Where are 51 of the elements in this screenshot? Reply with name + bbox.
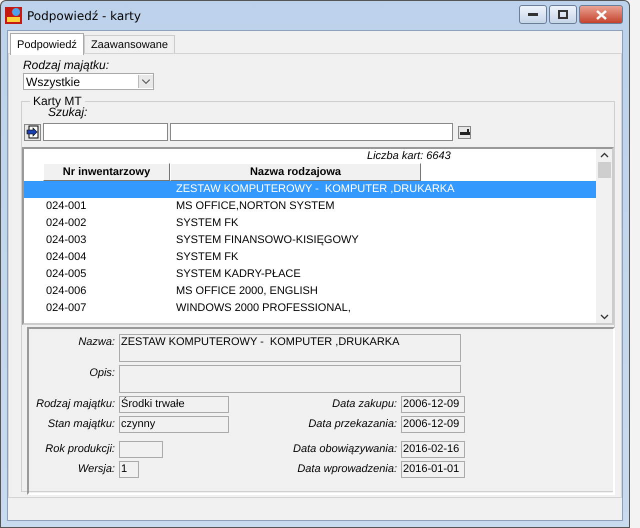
list-row[interactable]: 024-006 MS OFFICE 2000, ENGLISH: [24, 283, 596, 300]
field-label: Data przekazania:: [307, 417, 397, 430]
chevron-down-icon: [138, 75, 153, 88]
list-row[interactable]: 024-007 WINDOWS 2000 PROFESSIONAL,: [24, 300, 596, 317]
asset-type-label: Rodzaj majątku:: [23, 58, 110, 72]
minimize-button[interactable]: [519, 5, 547, 24]
field-label: Data zakupu:: [331, 397, 397, 410]
name-field[interactable]: ZESTAW KOMPUTEROWY - KOMPUTER ,DRUKARKA: [119, 334, 461, 362]
field-label: Opis:: [88, 366, 115, 379]
list-row[interactable]: 024-002 SYSTEM FK: [24, 215, 596, 232]
app-logo-icon: [5, 7, 22, 24]
list-row[interactable]: 024-005 SYSTEM KADRY-PŁACE: [24, 266, 596, 283]
date-field[interactable]: 2016-02-16: [401, 441, 465, 458]
column-header[interactable]: Nr inwentarzowy: [43, 163, 170, 181]
field-label: Data obowiązywania:: [292, 442, 397, 455]
scroll-thumb[interactable]: [598, 162, 610, 178]
search-field[interactable]: [43, 123, 168, 141]
column-header[interactable]: Nazwa rodzajowa: [170, 163, 421, 181]
field-label: Nazwa:: [77, 335, 115, 348]
list-row[interactable]: 024-003 SYSTEM FINANSOWO-KISIĘGOWY: [24, 232, 596, 249]
document-icon[interactable]: [24, 124, 41, 140]
search-field[interactable]: [170, 123, 453, 141]
minimize-icon: [528, 12, 538, 16]
text-field[interactable]: [119, 441, 163, 458]
group-title: Karty MT: [32, 94, 82, 108]
field-label: Data wprowadzenia:: [296, 462, 397, 475]
list-row[interactable]: 024-001 MS OFFICE,NORTON SYSTEM: [24, 198, 596, 215]
maximize-icon: [558, 10, 568, 19]
field-label: Stan majątku:: [46, 417, 115, 430]
field-label: Rodzaj majątku:: [35, 397, 115, 410]
window-title: Podpowiedź - karty: [27, 8, 142, 22]
date-field[interactable]: 2016-01-01: [401, 461, 465, 478]
close-icon: [596, 10, 606, 20]
date-field[interactable]: 2006-12-09: [401, 396, 465, 413]
card-count: Liczba kart: 6643: [367, 149, 452, 163]
scrollbar[interactable]: [596, 149, 612, 323]
text-field[interactable]: czynny: [119, 416, 229, 433]
text-field[interactable]: 1: [119, 461, 139, 478]
description-field[interactable]: [119, 365, 461, 393]
list-row[interactable]: 024-004 SYSTEM FK: [24, 249, 596, 266]
close-button[interactable]: [579, 5, 623, 24]
scroll-down-icon[interactable]: [600, 314, 608, 320]
text-field[interactable]: Środki trwałe: [119, 396, 229, 413]
field-label: Wersja:: [76, 462, 115, 475]
date-field[interactable]: 2006-12-09: [401, 416, 465, 433]
scroll-up-icon[interactable]: [600, 152, 608, 158]
field-label: Rok produkcji:: [44, 442, 115, 455]
tab[interactable]: Zaawansowane: [84, 35, 175, 54]
maximize-button[interactable]: [549, 5, 577, 24]
tab[interactable]: Podpowiedź: [10, 33, 84, 55]
asset-type-dropdown[interactable]: Wszystkie: [23, 73, 154, 90]
